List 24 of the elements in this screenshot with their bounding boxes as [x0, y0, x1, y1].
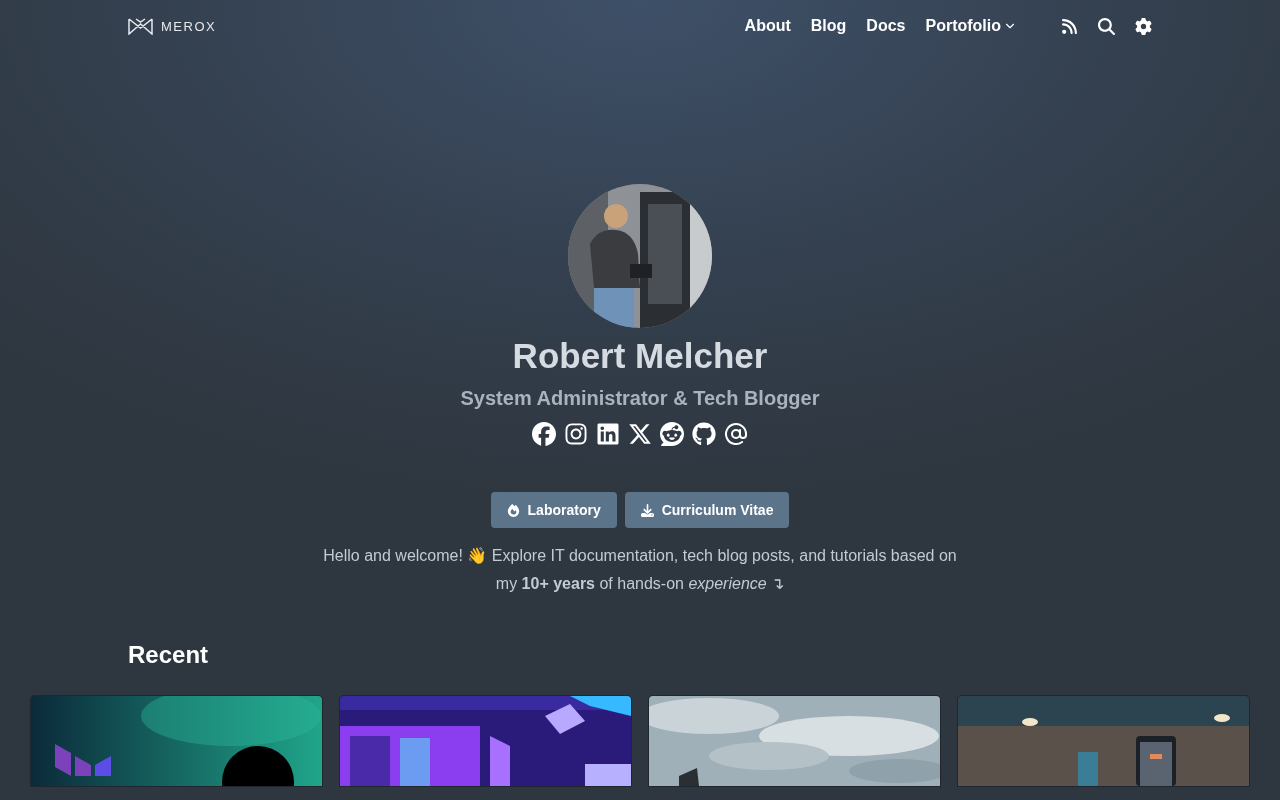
nav-link[interactable]: Docs: [866, 17, 906, 35]
linkedin-icon[interactable]: [596, 422, 620, 446]
logo-icon: [128, 17, 153, 35]
link-button[interactable]: Laboratory: [490, 492, 617, 528]
instagram-icon[interactable]: [564, 422, 588, 446]
flame-icon: [506, 503, 520, 517]
rss-icon[interactable]: [1061, 17, 1078, 35]
brand-name: MEROX: [161, 18, 217, 34]
nav-link[interactable]: Portofolio: [925, 17, 1017, 35]
link-button[interactable]: Curriculum Vitae: [624, 492, 790, 528]
search-icon[interactable]: [1098, 17, 1115, 35]
settings-icon[interactable]: [1135, 17, 1152, 35]
profile-name: Robert Melcher: [512, 336, 768, 376]
x-icon[interactable]: [628, 422, 652, 446]
nav-link[interactable]: Blog: [810, 17, 847, 35]
nav-link[interactable]: About: [744, 17, 791, 35]
download-icon: [640, 503, 654, 517]
profile-title: System Administrator & Tech Blogger: [460, 386, 820, 411]
facebook-icon[interactable]: [532, 422, 556, 446]
section-heading: Recent: [128, 640, 210, 670]
github-icon[interactable]: [692, 422, 716, 446]
email-icon[interactable]: [724, 422, 748, 446]
intro-text: Hello and welcome! 👋 Explore IT documentation, tech blog posts, and tutorials based on my 10+ years of hands-on experience ↴: [322, 546, 958, 594]
reddit-icon[interactable]: [660, 422, 684, 446]
